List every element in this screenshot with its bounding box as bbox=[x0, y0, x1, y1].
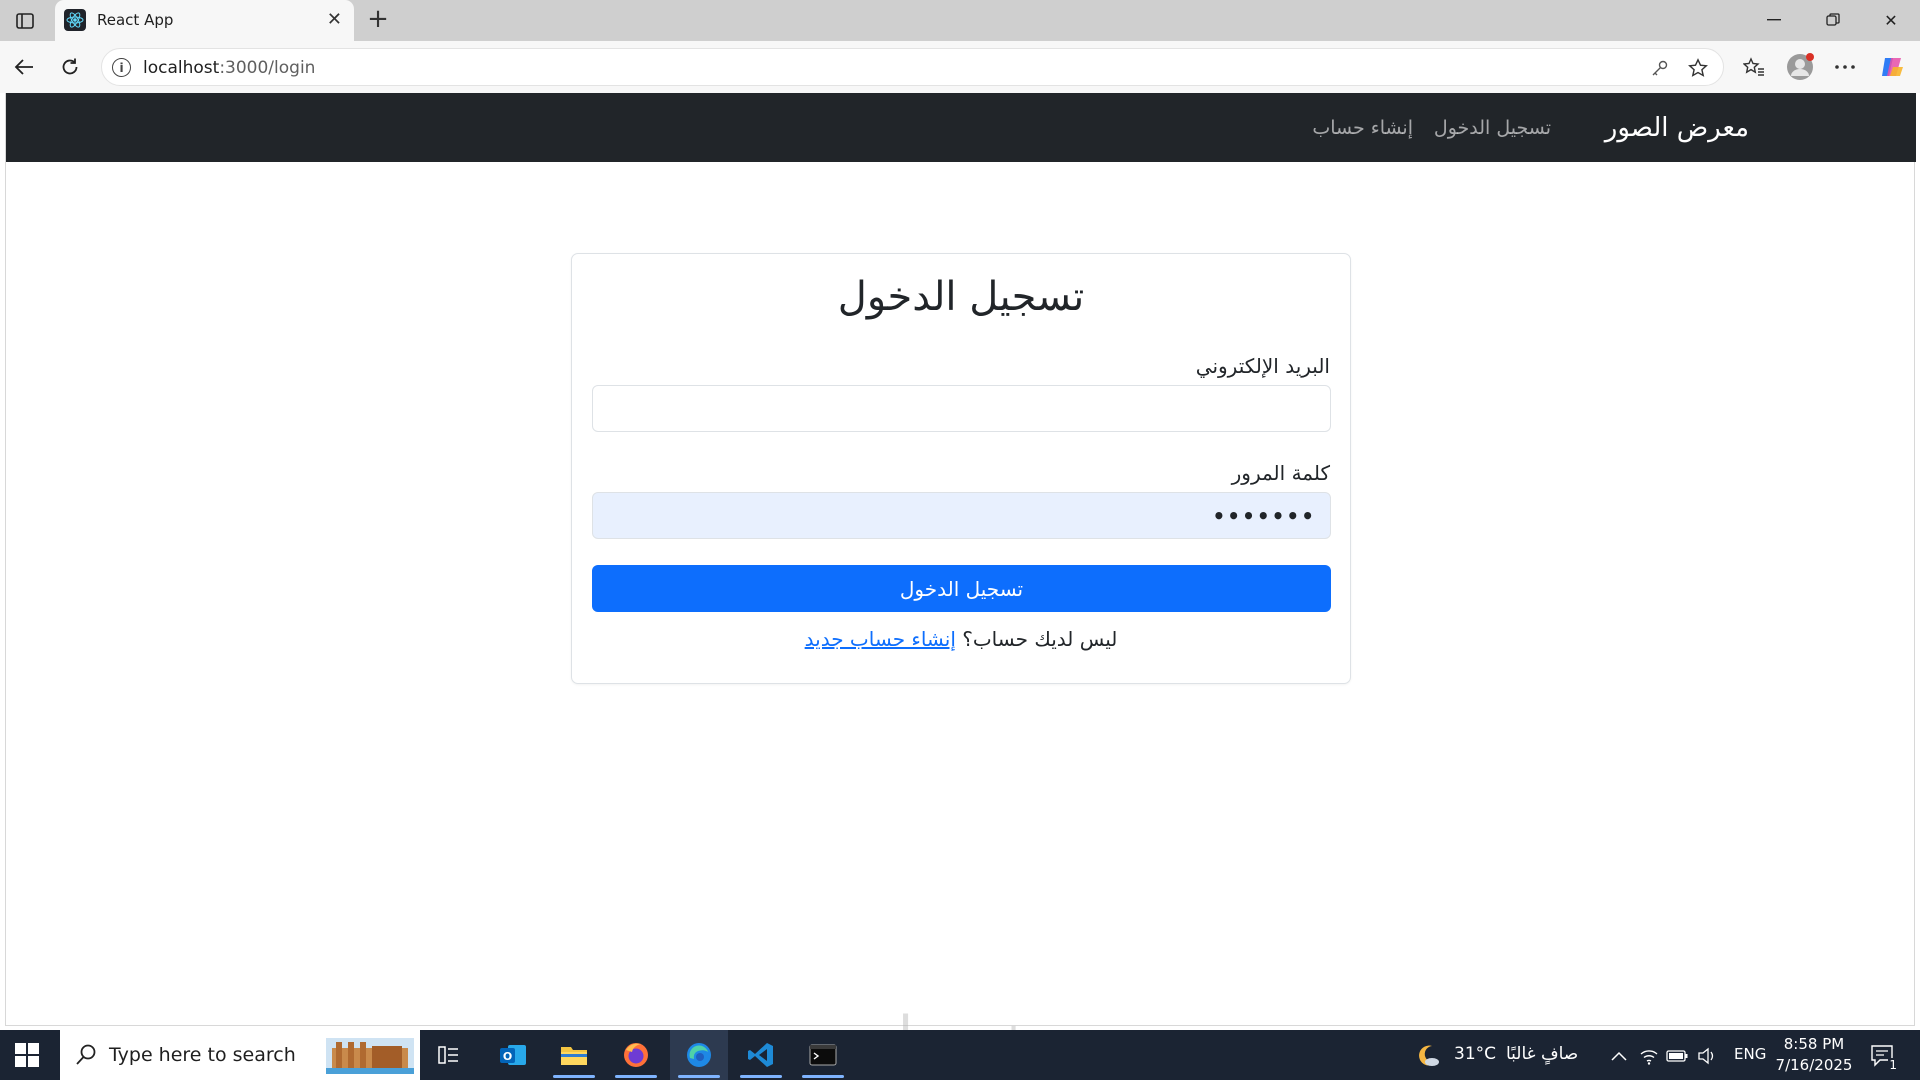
system-clock[interactable]: 8:58 PM 7/16/2025 bbox=[1775, 1034, 1853, 1076]
notification-center-icon[interactable]: 1 bbox=[1868, 1042, 1898, 1072]
vscode-running-indicator bbox=[740, 1075, 782, 1078]
battery-icon[interactable] bbox=[1666, 1045, 1688, 1067]
file-explorer-running-indicator bbox=[553, 1075, 595, 1078]
search-icon bbox=[76, 1044, 96, 1065]
windows-taskbar: Type here to search O 31°C صافٍ غالبًا E… bbox=[0, 1030, 1920, 1080]
password-key-icon[interactable] bbox=[1649, 57, 1671, 79]
svg-text:O: O bbox=[503, 1050, 512, 1063]
search-highlight-image bbox=[326, 1038, 414, 1074]
file-explorer-icon[interactable] bbox=[545, 1030, 603, 1080]
weather-description[interactable]: صافٍ غالبًا bbox=[1506, 1044, 1578, 1064]
url-text: localhost:3000/login bbox=[143, 58, 316, 78]
weather-moon-icon[interactable] bbox=[1414, 1045, 1442, 1067]
register-prompt-text: ليس لديك حساب؟ bbox=[962, 627, 1118, 651]
reload-icon[interactable] bbox=[56, 53, 84, 81]
email-field[interactable] bbox=[592, 385, 1331, 432]
profile-avatar[interactable] bbox=[1786, 53, 1814, 81]
navbar-brand[interactable]: معرض الصور bbox=[1605, 113, 1749, 143]
task-view-icon[interactable] bbox=[420, 1030, 478, 1080]
more-menu-icon[interactable] bbox=[1831, 53, 1859, 81]
sidebar-toggle-icon[interactable] bbox=[12, 8, 38, 34]
tab-title: React App bbox=[97, 11, 174, 29]
browser-tab[interactable]: React App ✕ bbox=[55, 0, 354, 41]
login-submit-button[interactable]: تسجيل الدخول bbox=[592, 565, 1331, 612]
favorites-icon[interactable] bbox=[1740, 53, 1768, 81]
terminal-icon[interactable] bbox=[794, 1030, 852, 1080]
login-title: تسجيل الدخول bbox=[837, 274, 1085, 320]
edge-icon[interactable] bbox=[670, 1030, 728, 1080]
chevron-up-icon[interactable] bbox=[1608, 1045, 1630, 1067]
password-label: كلمة المرور bbox=[1231, 461, 1330, 485]
nav-link-register[interactable]: إنشاء حساب bbox=[1312, 117, 1413, 139]
email-label: البريد الإلكتروني bbox=[1195, 354, 1330, 378]
address-bar[interactable]: i localhost:3000/login bbox=[101, 48, 1724, 86]
copilot-icon[interactable] bbox=[1878, 53, 1906, 81]
terminal-running-indicator bbox=[802, 1075, 844, 1078]
vscode-icon[interactable] bbox=[732, 1030, 790, 1080]
browser-tab-strip: React App ✕ + ✕ bbox=[0, 0, 1920, 41]
search-placeholder: Type here to search bbox=[109, 1044, 296, 1066]
page-viewport: معرض الصور تسجيل الدخول إنشاء حساب تسجيل… bbox=[5, 93, 1916, 1026]
react-logo-icon bbox=[64, 9, 86, 31]
firefox-icon[interactable] bbox=[607, 1030, 665, 1080]
firefox-running-indicator bbox=[615, 1075, 657, 1078]
restore-button[interactable] bbox=[1821, 8, 1845, 32]
back-arrow-icon[interactable] bbox=[10, 53, 38, 81]
weather-temperature[interactable]: 31°C bbox=[1454, 1044, 1496, 1064]
outlook-icon[interactable]: O bbox=[484, 1030, 542, 1080]
new-tab-button[interactable]: + bbox=[364, 5, 392, 33]
windows-start-icon[interactable] bbox=[14, 1042, 40, 1068]
network-wifi-icon[interactable] bbox=[1638, 1045, 1660, 1067]
edge-running-indicator bbox=[678, 1075, 720, 1078]
tab-close-icon[interactable]: ✕ bbox=[327, 9, 342, 30]
browser-toolbar: i localhost:3000/login bbox=[0, 41, 1920, 93]
login-card: تسجيل الدخول البريد الإلكتروني كلمة المر… bbox=[571, 253, 1351, 684]
taskbar-search-box[interactable]: Type here to search bbox=[60, 1030, 420, 1080]
register-prompt: ليس لديك حساب؟ إنشاء حساب جديد bbox=[572, 627, 1350, 651]
clock-time: 8:58 PM bbox=[1783, 1035, 1845, 1053]
notification-count-badge: 1 bbox=[1888, 1058, 1898, 1072]
clock-date: 7/16/2025 bbox=[1775, 1056, 1853, 1074]
language-indicator[interactable]: ENG bbox=[1734, 1045, 1766, 1063]
nav-link-login[interactable]: تسجيل الدخول bbox=[1434, 117, 1551, 139]
password-field[interactable]: ••••••• bbox=[592, 492, 1331, 539]
site-navbar: معرض الصور تسجيل الدخول إنشاء حساب bbox=[6, 93, 1916, 162]
close-window-button[interactable]: ✕ bbox=[1879, 8, 1903, 32]
minimize-button[interactable] bbox=[1762, 8, 1786, 32]
site-info-icon[interactable]: i bbox=[112, 58, 131, 77]
favorite-star-icon[interactable] bbox=[1687, 57, 1709, 79]
volume-icon[interactable] bbox=[1696, 1045, 1718, 1067]
register-link[interactable]: إنشاء حساب جديد bbox=[805, 627, 956, 651]
